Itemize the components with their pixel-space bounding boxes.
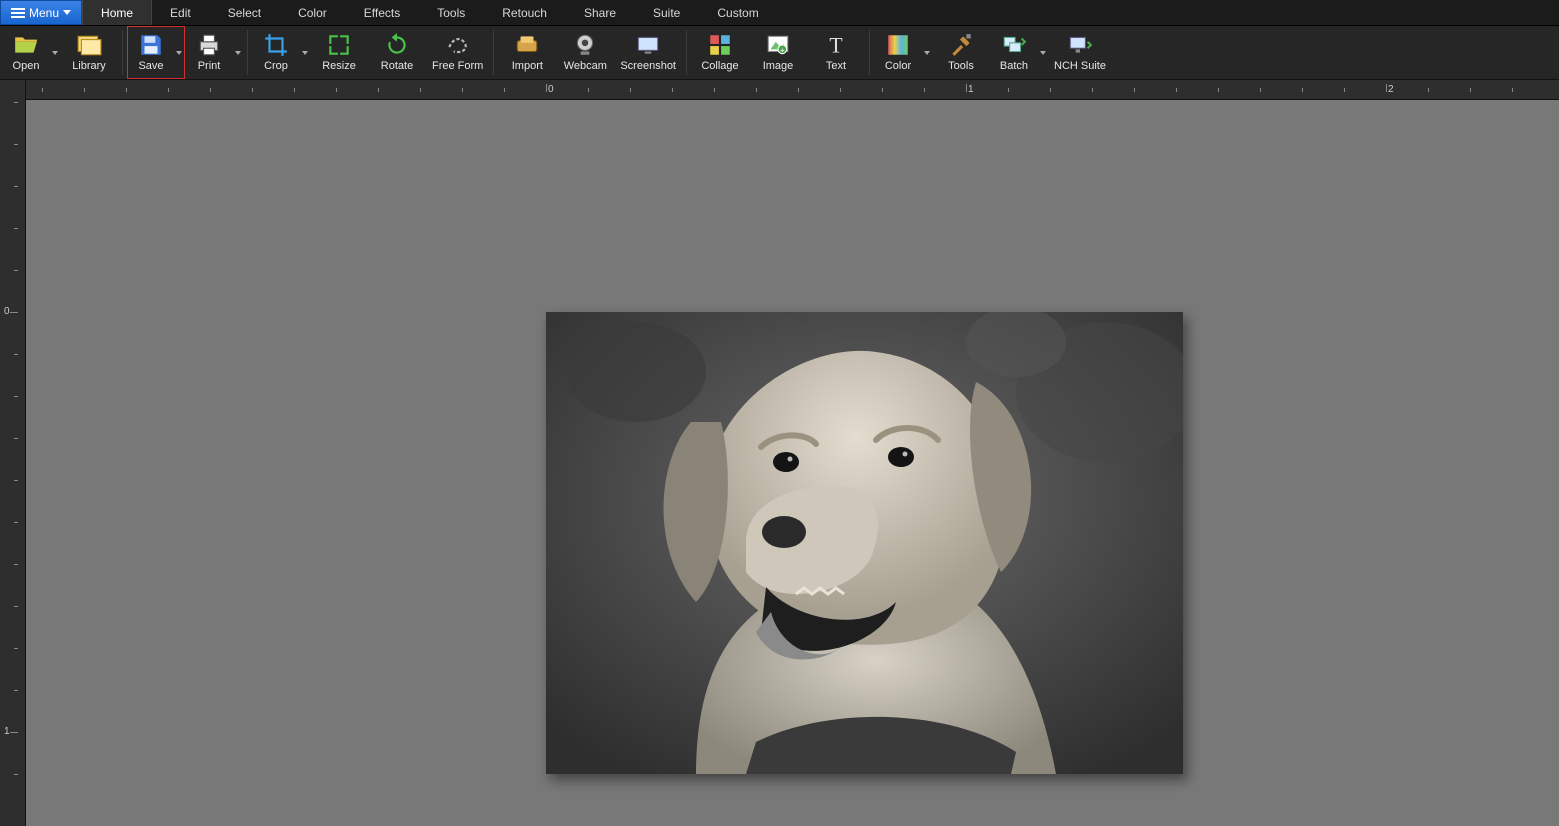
rotate-button[interactable]: Rotate <box>368 26 426 79</box>
ruler-v-num: 1 <box>4 726 10 737</box>
freeform-label: Free Form <box>432 60 483 72</box>
text-button[interactable]: T Text <box>807 26 865 79</box>
tools-button[interactable]: Tools <box>932 26 990 79</box>
library-icon <box>76 32 102 58</box>
batch-button[interactable]: Batch <box>990 26 1048 79</box>
freeform-button[interactable]: Free Form <box>426 26 489 79</box>
tab-effects[interactable]: Effects <box>346 0 419 25</box>
color-icon <box>885 32 911 58</box>
image-icon: + <box>765 32 791 58</box>
ruler-h-num: 2 <box>1388 84 1394 95</box>
separator <box>122 30 123 75</box>
open-label: Open <box>13 60 40 72</box>
tab-custom[interactable]: Custom <box>699 0 777 25</box>
rotate-label: Rotate <box>381 60 413 72</box>
screenshot-button[interactable]: Screenshot <box>614 26 682 79</box>
webcam-label: Webcam <box>564 60 607 72</box>
tab-select[interactable]: Select <box>210 0 280 25</box>
nchsuite-button[interactable]: NCH Suite <box>1048 26 1112 79</box>
chevron-down-icon <box>176 51 182 55</box>
canvas-image[interactable] <box>546 312 1183 774</box>
webcam-button[interactable]: Webcam <box>556 26 614 79</box>
print-label: Print <box>198 60 221 72</box>
library-label: Library <box>72 60 106 72</box>
color-label: Color <box>885 60 911 72</box>
image-button[interactable]: + Image <box>749 26 807 79</box>
collage-label: Collage <box>701 60 738 72</box>
separator <box>247 30 248 75</box>
text-icon: T <box>823 32 849 58</box>
hamburger-icon <box>11 8 25 18</box>
image-label: Image <box>763 60 794 72</box>
collage-button[interactable]: Collage <box>691 26 749 79</box>
menu-label: Menu <box>29 6 59 20</box>
import-button[interactable]: Import <box>498 26 556 79</box>
ruler-h-num: 0 <box>548 84 554 95</box>
tab-retouch[interactable]: Retouch <box>484 0 566 25</box>
print-icon <box>196 32 222 58</box>
save-button[interactable]: Save <box>127 26 185 79</box>
svg-text:+: + <box>780 46 785 55</box>
color-button[interactable]: Color <box>874 26 932 79</box>
tab-strip: Menu Home Edit Select Color Effects Tool… <box>0 0 1559 26</box>
tools-label: Tools <box>948 60 974 72</box>
chevron-down-icon <box>302 51 308 55</box>
tab-tools[interactable]: Tools <box>419 0 484 25</box>
open-button[interactable]: Open <box>2 26 60 79</box>
crop-label: Crop <box>264 60 288 72</box>
svg-text:T: T <box>829 34 842 58</box>
ribbon-toolbar: Open Library Save Print Crop Res <box>0 26 1559 80</box>
import-label: Import <box>512 60 543 72</box>
separator <box>493 30 494 75</box>
separator <box>869 30 870 75</box>
collage-icon <box>707 32 733 58</box>
workspace: 0 1 2 0 1 <box>0 80 1559 826</box>
ruler-h-num: 1 <box>968 84 974 95</box>
tab-share[interactable]: Share <box>566 0 635 25</box>
print-button[interactable]: Print <box>185 26 243 79</box>
freeform-icon <box>445 32 471 58</box>
menu-button[interactable]: Menu <box>0 0 82 25</box>
ruler-horizontal: 0 1 2 <box>26 80 1559 100</box>
caret-down-icon <box>63 10 71 15</box>
crop-button[interactable]: Crop <box>252 26 310 79</box>
resize-label: Resize <box>322 60 356 72</box>
rotate-icon <box>384 32 410 58</box>
crop-icon <box>263 32 289 58</box>
tools-icon <box>948 32 974 58</box>
import-icon <box>514 32 540 58</box>
save-label: Save <box>138 60 163 72</box>
screenshot-icon <box>635 32 661 58</box>
ruler-v-num: 0 <box>4 306 10 317</box>
chevron-down-icon <box>924 51 930 55</box>
batch-label: Batch <box>1000 60 1028 72</box>
tab-home[interactable]: Home <box>82 0 152 25</box>
save-icon <box>138 32 164 58</box>
batch-icon <box>1001 32 1027 58</box>
canvas-area[interactable] <box>26 100 1559 826</box>
webcam-icon <box>572 32 598 58</box>
resize-icon <box>326 32 352 58</box>
chevron-down-icon <box>52 51 58 55</box>
folder-open-icon <box>13 32 39 58</box>
tab-color[interactable]: Color <box>280 0 346 25</box>
chevron-down-icon <box>1040 51 1046 55</box>
suite-icon <box>1067 32 1093 58</box>
library-button[interactable]: Library <box>60 26 118 79</box>
tab-suite[interactable]: Suite <box>635 0 699 25</box>
resize-button[interactable]: Resize <box>310 26 368 79</box>
tab-edit[interactable]: Edit <box>152 0 210 25</box>
separator <box>686 30 687 75</box>
text-label: Text <box>826 60 846 72</box>
chevron-down-icon <box>235 51 241 55</box>
nchsuite-label: NCH Suite <box>1054 60 1106 72</box>
ruler-vertical: 0 1 <box>0 80 26 826</box>
screenshot-label: Screenshot <box>620 60 676 72</box>
